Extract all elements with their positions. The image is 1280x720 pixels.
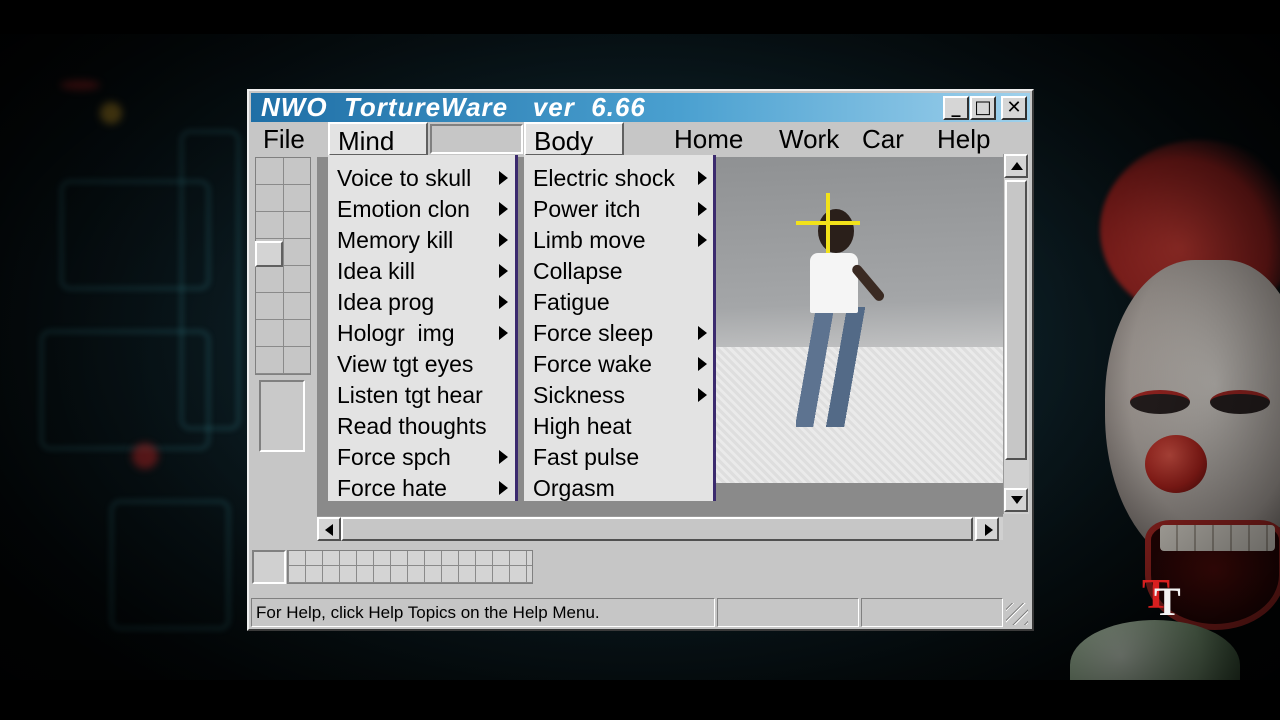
menu-help[interactable]: Help (937, 122, 990, 156)
logo-letter-white: T (1154, 579, 1181, 624)
menu-body[interactable]: Body (524, 122, 624, 156)
close-button[interactable]: ✕ (1001, 96, 1027, 120)
menu-bar: File Mind Body Home Work Car Help (251, 122, 1030, 156)
crosshair-icon (796, 221, 860, 225)
scroll-up-button[interactable] (1004, 154, 1028, 178)
minimize-icon: _ (951, 97, 961, 118)
submenu-arrow-icon (698, 233, 707, 247)
current-color-swatch[interactable] (252, 550, 286, 584)
color-palette[interactable] (287, 550, 533, 584)
submenu-arrow-icon (499, 295, 508, 309)
mind-item-idea-kill[interactable]: Idea kill (337, 256, 415, 286)
body-item-fatigue[interactable]: Fatigue (533, 287, 610, 317)
arrow-up-icon (1011, 162, 1023, 170)
body-item-collapse[interactable]: Collapse (533, 256, 623, 286)
mind-item-read-thoughts[interactable]: Read thoughts (337, 411, 487, 441)
vertical-scroll-thumb[interactable] (1005, 180, 1027, 460)
resize-grip-icon[interactable] (1006, 603, 1028, 625)
submenu-arrow-icon (698, 326, 707, 340)
submenu-arrow-icon (698, 388, 707, 402)
submenu-arrow-icon (499, 481, 508, 495)
status-help-cell: For Help, click Help Topics on the Help … (251, 598, 715, 627)
scroll-down-button[interactable] (1004, 488, 1028, 512)
submenu-arrow-icon (499, 450, 508, 464)
target-camera-image (714, 157, 1003, 483)
mind-item-memory-kill[interactable]: Memory kill (337, 225, 453, 255)
maximize-button[interactable]: □ (970, 96, 996, 120)
menu-file[interactable]: File (263, 122, 305, 156)
status-cell (861, 598, 1003, 627)
mind-item-voice-to-skull[interactable]: Voice to skull (337, 163, 471, 193)
submenu-arrow-icon (499, 202, 508, 216)
submenu-arrow-icon (698, 171, 707, 185)
body-item-power-itch[interactable]: Power itch (533, 194, 640, 224)
scroll-left-button[interactable] (317, 517, 341, 541)
close-icon: ✕ (1006, 97, 1022, 118)
body-item-fast-pulse[interactable]: Fast pulse (533, 442, 639, 472)
status-cell (717, 598, 859, 627)
mind-item-force-hate[interactable]: Force hate (337, 473, 447, 503)
horizontal-scroll-thumb[interactable] (341, 517, 973, 541)
window-title: NWO TortureWare ver 6.66 (261, 92, 646, 122)
arrow-down-icon (1011, 496, 1023, 504)
body-item-electric-shock[interactable]: Electric shock (533, 163, 675, 193)
letterbox-bottom (0, 680, 1280, 720)
arrow-right-icon (985, 524, 993, 536)
title-bar[interactable]: NWO TortureWare ver 6.66 _ □ ✕ (251, 93, 1030, 122)
body-dropdown: Electric shock Power itch Limb move Coll… (524, 155, 716, 501)
submenu-arrow-icon (698, 357, 707, 371)
mind-item-idea-prog[interactable]: Idea prog (337, 287, 434, 317)
horizontal-scrollbar[interactable] (317, 516, 1003, 541)
mind-item-hologr-img[interactable]: Hologr img (337, 318, 455, 348)
status-bar: For Help, click Help Topics on the Help … (251, 598, 1030, 627)
vertical-scrollbar[interactable] (1003, 154, 1029, 514)
menu-home[interactable]: Home (674, 122, 743, 156)
scroll-right-button[interactable] (975, 517, 999, 541)
body-item-limb-move[interactable]: Limb move (533, 225, 645, 255)
app-window: NWO TortureWare ver 6.66 _ □ ✕ File Mind… (247, 89, 1034, 631)
maximize-icon: □ (974, 97, 992, 118)
body-item-high-heat[interactable]: High heat (533, 411, 631, 441)
tool-options-box (259, 380, 305, 452)
body-item-force-wake[interactable]: Force wake (533, 349, 652, 379)
target-torso (810, 253, 858, 313)
menu-work[interactable]: Work (779, 122, 839, 156)
mind-item-view-tgt-eyes[interactable]: View tgt eyes (337, 349, 473, 379)
mind-dropdown: Voice to skull Emotion clon Memory kill … (328, 155, 518, 501)
tool-selected[interactable] (255, 241, 283, 267)
submenu-arrow-icon (499, 233, 508, 247)
body-item-force-sleep[interactable]: Force sleep (533, 318, 653, 348)
letterbox-top (0, 0, 1280, 34)
menu-car[interactable]: Car (862, 122, 904, 156)
menu-spacer (430, 124, 523, 154)
submenu-arrow-icon (698, 202, 707, 216)
minimize-button[interactable]: _ (943, 96, 969, 120)
status-help-text: For Help, click Help Topics on the Help … (256, 603, 600, 622)
target-head (818, 209, 854, 253)
arrow-left-icon (325, 524, 333, 536)
submenu-arrow-icon (499, 264, 508, 278)
menu-mind[interactable]: Mind (328, 122, 428, 156)
target-legs (796, 307, 866, 427)
mind-item-listen-tgt-hear[interactable]: Listen tgt hear (337, 380, 483, 410)
mind-item-force-spch[interactable]: Force spch (337, 442, 451, 472)
submenu-arrow-icon (499, 171, 508, 185)
submenu-arrow-icon (499, 326, 508, 340)
channel-logo: T T (1142, 574, 1188, 622)
body-item-sickness[interactable]: Sickness (533, 380, 625, 410)
mind-item-emotion-clon[interactable]: Emotion clon (337, 194, 470, 224)
body-item-orgasm[interactable]: Orgasm (533, 473, 615, 503)
